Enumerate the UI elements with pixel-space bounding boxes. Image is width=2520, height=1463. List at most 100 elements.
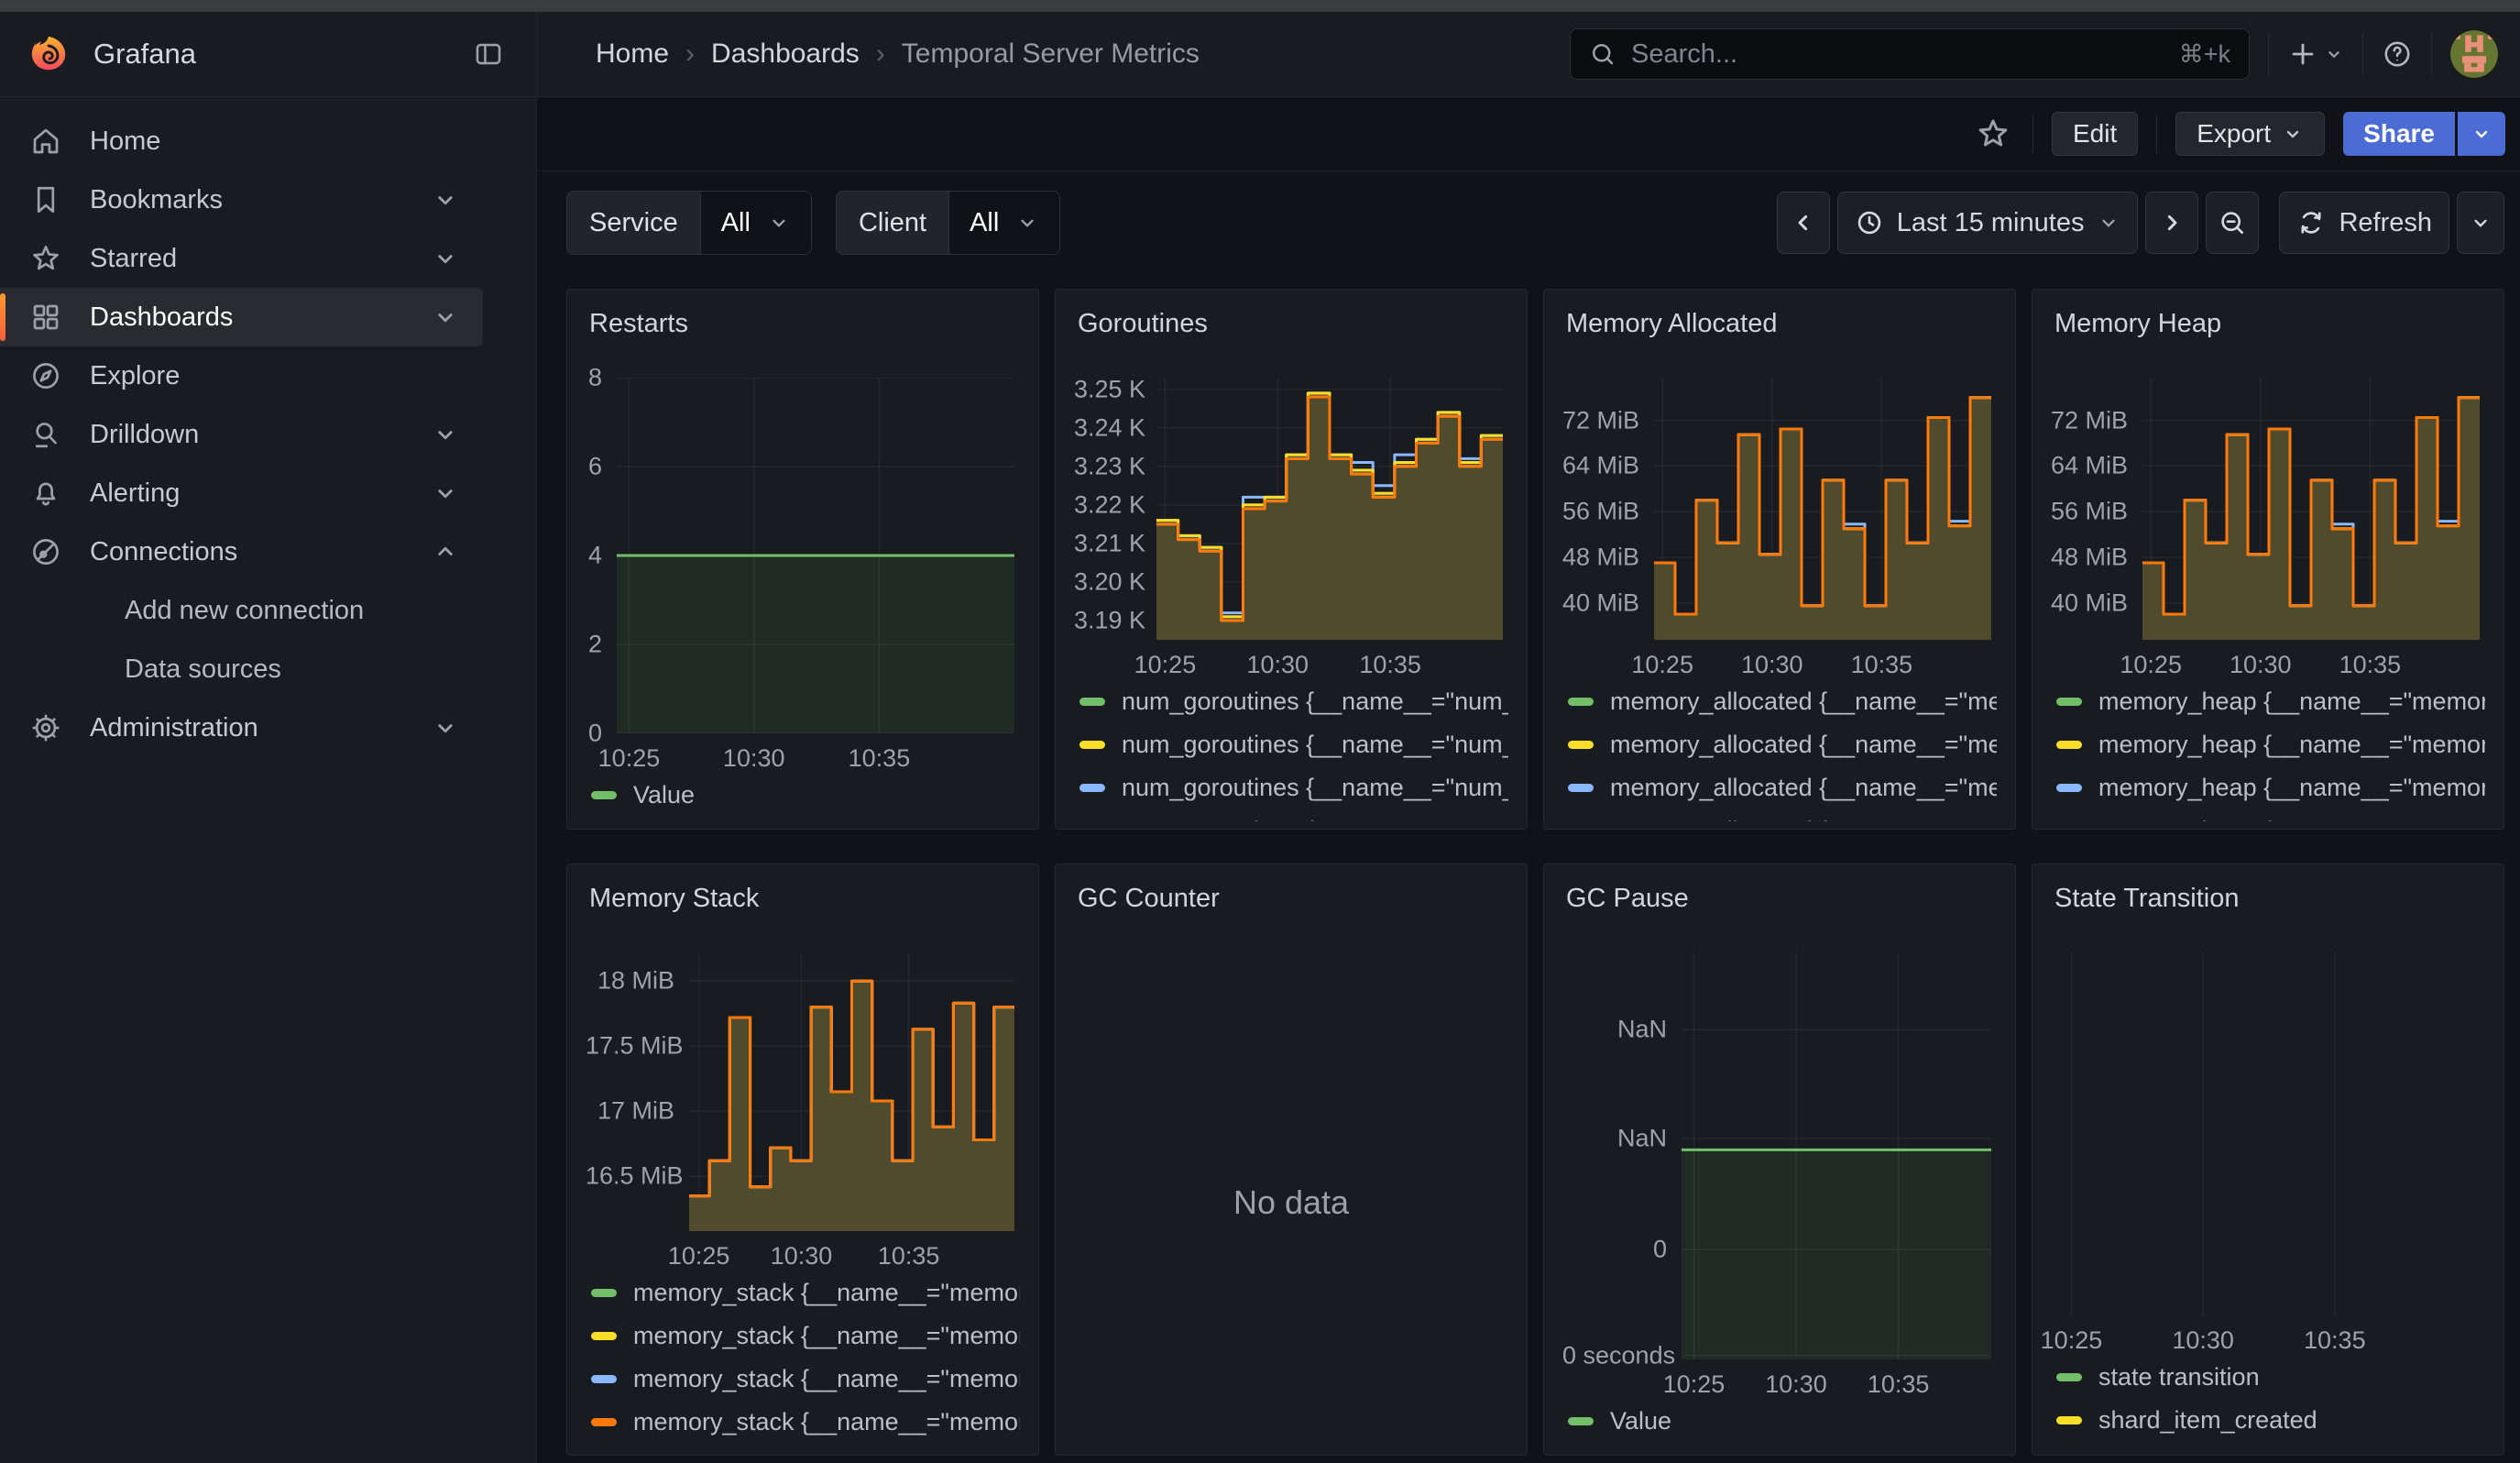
legend-series-swatch [2056, 784, 2082, 792]
sidebar-item-bookmarks[interactable]: Bookmarks [0, 170, 483, 229]
time-controls: Last 15 minutes Refresh [1777, 192, 2504, 254]
client-variable-value[interactable]: All [948, 192, 1059, 254]
legend-item[interactable]: state transition [2056, 1356, 2485, 1399]
panel-title[interactable]: Memory Heap [2054, 306, 2485, 341]
x-axis: 10:2510:3010:35 [1682, 1359, 1991, 1400]
legend-item[interactable]: memory_heap {__name__="memory_h [2056, 723, 2485, 766]
sidebar-toggle-icon[interactable] [468, 34, 509, 74]
sidebar-item-administration[interactable]: Administration [0, 698, 483, 757]
y-axis-label: 4 [586, 542, 602, 570]
panel-gc-pause: GC PauseNaNNaN00 seconds10:2510:3010:35V… [1543, 864, 2016, 1456]
sidebar-item-drilldown[interactable]: Drilldown [0, 405, 483, 464]
legend-item[interactable]: memory_allocated {__name__="memo [1568, 809, 1997, 821]
legend-series-swatch [591, 1332, 617, 1340]
refresh-interval-dropdown[interactable] [2457, 192, 2504, 254]
time-range-picker[interactable]: Last 15 minutes [1837, 192, 2139, 254]
legend-item[interactable]: num_goroutines {__name__="num_go [1079, 680, 1508, 723]
add-new-button[interactable] [2287, 38, 2344, 70]
panel-title[interactable]: Restarts [589, 306, 1020, 341]
plot[interactable] [689, 952, 1014, 1231]
legend-item[interactable]: memory_stack {__name__="memory_s [591, 1401, 1020, 1444]
sidebar-item-dashboards[interactable]: Dashboards [0, 288, 483, 346]
y-axis-label: 3.21 K [1074, 529, 1142, 557]
legend-item[interactable]: shard_item_created [2056, 1399, 2485, 1442]
legend-item[interactable]: memory_stack {__name__="memory_s [591, 1358, 1020, 1401]
share-split-button: Share [2343, 112, 2505, 156]
legend-item[interactable]: memory_heap {__name__="memory_h [2056, 680, 2485, 723]
search-input[interactable] [1629, 38, 2179, 71]
time-back-button[interactable] [1777, 192, 1830, 254]
plot[interactable] [2142, 378, 2480, 640]
panel-title[interactable]: State Transition [2054, 881, 2485, 916]
panel-title[interactable]: Memory Stack [589, 881, 1020, 916]
chevron-up-icon[interactable] [432, 538, 459, 566]
legend-item[interactable]: memory_allocated {__name__="memo [1568, 723, 1997, 766]
legend-item[interactable]: memory_allocated {__name__="memo [1568, 680, 1997, 723]
legend-item[interactable]: memory_heap {__name__="memory_h [2056, 809, 2485, 821]
panel-title[interactable]: Goroutines [1078, 306, 1508, 341]
panel-title[interactable]: GC Counter [1078, 881, 1508, 916]
x-axis-label: 10:30 [2172, 1326, 2234, 1355]
legend-series-swatch [1079, 741, 1105, 749]
plot[interactable] [617, 378, 1014, 733]
sidebar-item-starred[interactable]: Starred [0, 229, 483, 288]
share-button[interactable]: Share [2343, 112, 2455, 156]
sidebar-item-label: Connections [90, 537, 237, 567]
legend-item[interactable]: num_goroutines {__name__="num_go [1079, 809, 1508, 821]
legend-series-label: memory_stack {__name__="memory_s [633, 1408, 1020, 1436]
breadcrumb-home[interactable]: Home [596, 38, 669, 70]
panel-restarts: Restarts8642010:2510:3010:35Value [566, 289, 1039, 830]
breadcrumb-dashboards[interactable]: Dashboards [711, 38, 860, 70]
sidebar-item-alerting[interactable]: Alerting [0, 464, 483, 522]
panel-title[interactable]: Memory Allocated [1566, 306, 1997, 341]
panel-goroutines: Goroutines3.25 K3.24 K3.23 K3.22 K3.21 K… [1055, 289, 1528, 830]
help-icon[interactable] [2382, 38, 2413, 70]
y-axis-label: 48 MiB [1562, 543, 1639, 571]
sidebar-item-data-sources[interactable]: Data sources [0, 640, 483, 698]
legend-series-swatch [591, 1289, 617, 1297]
grafana-app: Grafana HomeBookmarksStarredDashboardsEx… [0, 12, 2520, 1463]
gear-icon [29, 711, 62, 744]
chevron-down-icon[interactable] [432, 245, 459, 272]
divider [2032, 115, 2033, 153]
legend-series-label: num_goroutines {__name__="num_go [1122, 817, 1508, 821]
sidebar-item-explore[interactable]: Explore [0, 346, 483, 405]
chevron-down-icon[interactable] [432, 714, 459, 742]
chevron-down-icon[interactable] [432, 479, 459, 507]
legend-item[interactable]: memory_stack {__name__="memory_s [591, 1271, 1020, 1314]
chevron-down-icon[interactable] [432, 186, 459, 214]
star-dashboard-icon[interactable] [1972, 113, 2014, 155]
share-dropdown-button[interactable] [2458, 112, 2505, 156]
plot[interactable] [1682, 952, 1991, 1359]
legend-item[interactable]: num_goroutines {__name__="num_go [1079, 723, 1508, 766]
chevron-down-icon[interactable] [432, 303, 459, 331]
plot[interactable] [2051, 952, 2480, 1315]
user-avatar[interactable] [2450, 30, 2498, 78]
sidebar-item-connections[interactable]: Connections [0, 522, 483, 581]
refresh-button[interactable]: Refresh [2279, 192, 2449, 254]
legend-item[interactable]: memory_allocated {__name__="memo [1568, 766, 1997, 809]
legend-item[interactable]: Value [591, 774, 1020, 817]
search-box[interactable]: ⌘+k [1570, 28, 2250, 80]
service-variable-value[interactable]: All [700, 192, 811, 254]
chevron-down-icon [2282, 123, 2304, 145]
legend-series-label: memory_heap {__name__="memory_h [2098, 774, 2485, 802]
panel-memory-stack: Memory Stack18 MiB17.5 MiB17 MiB16.5 MiB… [566, 864, 1039, 1456]
legend-item[interactable]: num_goroutines {__name__="num_go [1079, 766, 1508, 809]
legend-item[interactable]: Value [1568, 1400, 1997, 1443]
export-button[interactable]: Export [2175, 112, 2325, 156]
zoom-out-button[interactable] [2206, 192, 2259, 254]
legend-series-swatch [1568, 1417, 1594, 1425]
grafana-logo[interactable] [27, 34, 70, 74]
edit-button[interactable]: Edit [2052, 112, 2138, 156]
legend-item[interactable]: memory_heap {__name__="memory_h [2056, 766, 2485, 809]
legend-item[interactable]: memory_stack {__name__="memory_s [591, 1314, 1020, 1358]
sidebar-item-home[interactable]: Home [0, 112, 483, 170]
plot[interactable] [1654, 378, 1991, 640]
time-forward-button[interactable] [2145, 192, 2198, 254]
chevron-down-icon[interactable] [432, 421, 459, 448]
sidebar-item-add-new-connection[interactable]: Add new connection [0, 581, 483, 640]
panel-title[interactable]: GC Pause [1566, 881, 1997, 916]
x-axis: 10:2510:3010:35 [2051, 1315, 2480, 1356]
plot[interactable] [1156, 378, 1503, 640]
